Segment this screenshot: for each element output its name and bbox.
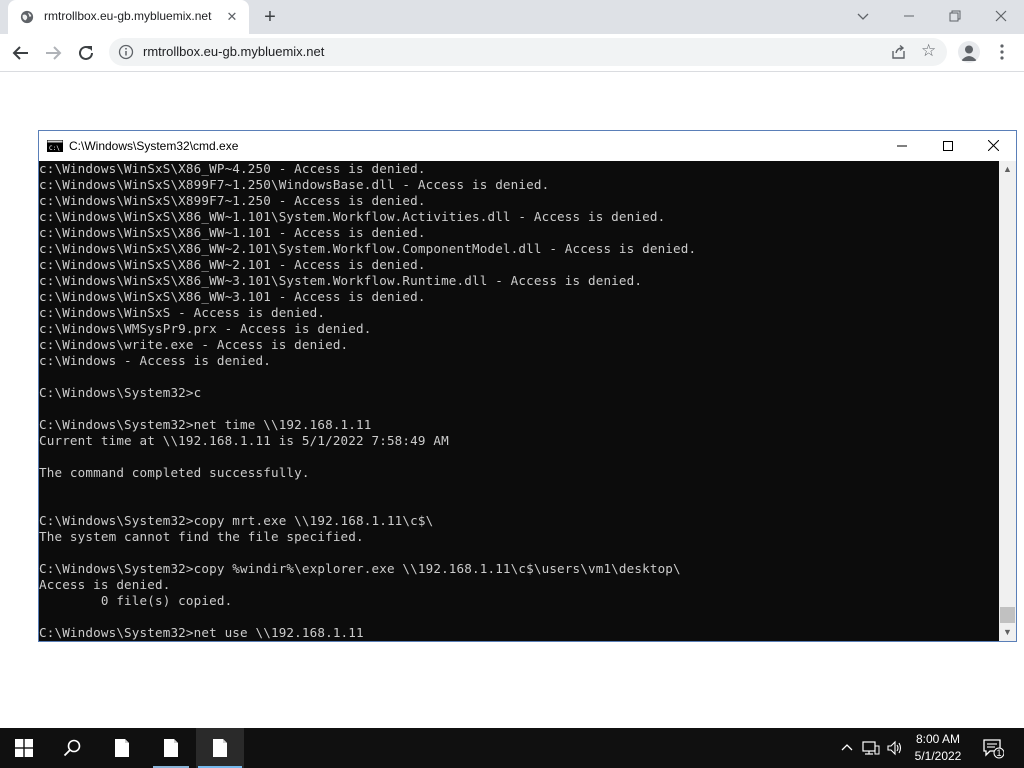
minimize-icon[interactable] (896, 4, 922, 30)
tab-close-icon[interactable]: ✕ (223, 8, 241, 26)
cmd-output[interactable]: c:\Windows\WinSxS\X86_WP~4.250 - Access … (39, 161, 999, 641)
cmd-scrollbar[interactable]: ▲ ▼ (999, 161, 1016, 641)
cmd-output-line: The system cannot find the file specifie… (39, 529, 364, 544)
network-icon[interactable] (862, 738, 880, 758)
profile-icon[interactable] (958, 41, 980, 63)
cmd-output-line: The command completed successfully. (39, 465, 310, 480)
cmd-output-line: c:\Windows\WinSxS\X86_WW~2.101\System.Wo… (39, 241, 697, 256)
document-icon (115, 739, 129, 757)
cmd-output-line: c:\Windows\WinSxS\X86_WW~3.101 - Access … (39, 289, 426, 304)
cmd-output-line (39, 497, 999, 513)
share-icon[interactable] (890, 43, 908, 61)
cmd-output-line (39, 449, 999, 465)
cmd-output-line: c:\Windows\WinSxS\X899F7~1.250 - Access … (39, 193, 426, 208)
cmd-output-line (39, 545, 999, 561)
svg-text:C:\: C:\ (49, 145, 60, 152)
cmd-output-line (39, 481, 999, 497)
cmd-output-line: 0 file(s) copied. (39, 593, 233, 608)
cmd-output-line: c:\Windows\WinSxS\X86_WW~2.101 - Access … (39, 257, 426, 272)
restore-icon[interactable] (942, 4, 968, 30)
tab-title: rmtrollbox.eu-gb.mybluemix.net (44, 9, 212, 23)
windows-logo-icon (15, 739, 33, 757)
browser-tabstrip: rmtrollbox.eu-gb.mybluemix.net ✕ + (0, 0, 1024, 34)
clock-date: 5/1/2022 (914, 749, 962, 763)
cmd-output-line (39, 609, 999, 625)
cmd-output-line: c:\Windows - Access is denied. (39, 353, 271, 368)
search-button[interactable] (48, 728, 96, 768)
scroll-thumb[interactable] (1000, 607, 1015, 623)
cmd-output-line: c:\Windows\WinSxS - Access is denied. (39, 305, 326, 320)
more-vert-icon[interactable] (994, 42, 1010, 62)
cmd-maximize-icon[interactable] (925, 131, 971, 161)
cmd-output-line (39, 401, 999, 417)
taskbar: 8:00 AM 5/1/2022 1 (0, 728, 1024, 768)
info-icon[interactable] (118, 44, 134, 60)
volume-icon[interactable] (886, 738, 904, 758)
scroll-up-icon[interactable]: ▲ (999, 161, 1016, 178)
document-icon (213, 739, 227, 757)
url-text[interactable]: rmtrollbox.eu-gb.mybluemix.net (143, 44, 324, 59)
clock-time: 8:00 AM (915, 732, 961, 746)
document-icon (164, 739, 178, 757)
forward-arrow-icon[interactable] (41, 41, 65, 65)
chevron-up-icon[interactable] (838, 738, 856, 758)
system-clock[interactable]: 8:00 AM 5/1/2022 (905, 731, 971, 767)
search-icon (63, 739, 81, 757)
start-button[interactable] (0, 728, 48, 768)
cmd-output-line: c:\Windows\WinSxS\X86_WW~1.101 - Access … (39, 225, 426, 240)
browser-toolbar: rmtrollbox.eu-gb.mybluemix.net ☆ (0, 34, 1024, 72)
notification-count: 1 (996, 748, 1002, 758)
cmd-window[interactable]: C:\ C:\Windows\System32\cmd.exe c:\Windo… (38, 130, 1017, 642)
cmd-output-line: c:\Windows\WinSxS\X86_WP~4.250 - Access … (39, 161, 426, 176)
cmd-output-line: c:\Windows\WinSxS\X899F7~1.250\WindowsBa… (39, 177, 550, 192)
cmd-output-line: Access is denied. (39, 577, 171, 592)
close-icon[interactable] (988, 4, 1014, 30)
cmd-close-icon[interactable] (970, 131, 1016, 161)
action-center-button[interactable]: 1 (982, 737, 1005, 759)
star-icon[interactable]: ☆ (921, 41, 936, 61)
cmd-output-line: C:\Windows\System32>net use \\192.168.1.… (39, 625, 364, 640)
new-tab-button[interactable]: + (259, 6, 281, 28)
cmd-minimize-icon[interactable] (879, 131, 925, 161)
cmd-output-line (39, 369, 999, 385)
taskbar-app-document-1[interactable] (98, 728, 146, 768)
cmd-title: C:\Windows\System32\cmd.exe (69, 139, 239, 153)
cmd-output-line: c:\Windows\write.exe - Access is denied. (39, 337, 349, 352)
cmd-output-line: c:\Windows\WinSxS\X86_WW~3.101\System.Wo… (39, 273, 643, 288)
back-arrow-icon[interactable] (9, 41, 33, 65)
scroll-down-icon[interactable]: ▼ (999, 624, 1016, 641)
cmd-icon: C:\ (47, 140, 63, 152)
cmd-output-line: Current time at \\192.168.1.11 is 5/1/20… (39, 433, 449, 448)
cmd-output-line: c:\Windows\WinSxS\X86_WW~1.101\System.Wo… (39, 209, 666, 224)
taskbar-app-document-3[interactable] (196, 728, 244, 768)
cmd-output-line: C:\Windows\System32>net time \\192.168.1… (39, 417, 372, 432)
cmd-titlebar[interactable]: C:\ C:\Windows\System32\cmd.exe (39, 131, 1016, 161)
browser-tab[interactable]: rmtrollbox.eu-gb.mybluemix.net ✕ (8, 0, 249, 34)
address-bar[interactable]: rmtrollbox.eu-gb.mybluemix.net ☆ (109, 38, 947, 66)
reload-icon[interactable] (74, 41, 98, 65)
chevron-down-icon[interactable] (850, 4, 876, 30)
cmd-output-line: C:\Windows\System32>copy mrt.exe \\192.1… (39, 513, 434, 528)
cmd-output-line: C:\Windows\System32>c (39, 385, 202, 400)
globe-icon (20, 10, 34, 24)
cmd-output-line: c:\Windows\WMSysPr9.prx - Access is deni… (39, 321, 372, 336)
cmd-output-line: C:\Windows\System32>copy %windir%\explor… (39, 561, 681, 576)
taskbar-app-document-2[interactable] (147, 728, 195, 768)
